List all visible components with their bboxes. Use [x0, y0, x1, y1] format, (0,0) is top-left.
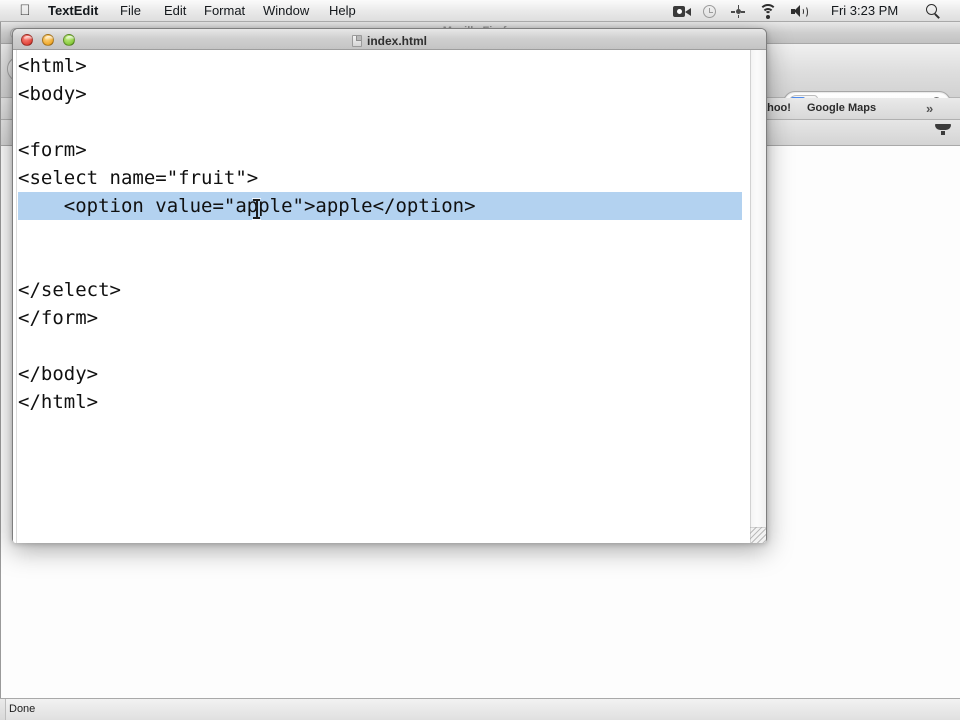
wifi-icon[interactable]: [758, 4, 778, 19]
download-icon[interactable]: [935, 124, 951, 138]
textedit-text-content[interactable]: <html> <body> <form> <select name="fruit">…: [18, 52, 742, 543]
bookmarks-overflow-icon[interactable]: »: [926, 101, 933, 116]
apple-menu-icon[interactable]: : [18, 3, 32, 19]
textedit-window[interactable]: index.html <html> <body> <form> <select na…: [12, 28, 767, 543]
clock-icon[interactable]: [703, 5, 716, 18]
text-line[interactable]: [18, 332, 742, 360]
browser-status-bar: Done: [0, 698, 960, 720]
status-bar-grip[interactable]: [0, 699, 6, 720]
text-line[interactable]: <select name="fruit">: [18, 164, 742, 192]
bookmark-google-maps[interactable]: Google Maps: [807, 102, 876, 114]
menu-edit[interactable]: Edit: [164, 3, 186, 19]
menu-textedit[interactable]: TextEdit: [48, 3, 98, 19]
menu-window[interactable]: Window: [263, 3, 309, 19]
text-line[interactable]: [18, 220, 742, 248]
text-line[interactable]: <body>: [18, 80, 742, 108]
text-line[interactable]: <html>: [18, 52, 742, 80]
screen-recording-icon[interactable]: [673, 6, 691, 17]
volume-icon[interactable]: [791, 5, 809, 18]
text-line[interactable]: </select>: [18, 276, 742, 304]
textedit-title-text: index.html: [366, 34, 427, 48]
menu-bar:  TextEdit File Edit Format Window Help …: [0, 0, 960, 22]
text-line[interactable]: </html>: [18, 388, 742, 416]
text-line[interactable]: [18, 248, 742, 276]
desktop: Mozilla Firefox Google ahoo! Google Maps…: [0, 0, 960, 720]
bluetooth-icon[interactable]: [731, 5, 745, 18]
status-bar-text: Done: [9, 703, 36, 715]
menu-format[interactable]: Format: [204, 3, 245, 19]
resize-grip[interactable]: [750, 527, 766, 543]
text-line[interactable]: <form>: [18, 136, 742, 164]
text-gutter: [13, 50, 17, 543]
vertical-scrollbar[interactable]: [750, 50, 766, 543]
text-line[interactable]: </form>: [18, 304, 742, 332]
textedit-title: index.html: [13, 32, 766, 48]
text-line[interactable]: </body>: [18, 360, 742, 388]
menu-help[interactable]: Help: [329, 3, 356, 19]
spotlight-search-icon[interactable]: [926, 4, 941, 19]
menu-bar-clock[interactable]: Fri 3:23 PM: [831, 3, 898, 19]
menu-file[interactable]: File: [120, 3, 141, 19]
text-line[interactable]: <option value="apple">apple</option>: [18, 192, 742, 220]
textedit-titlebar[interactable]: index.html: [13, 29, 766, 50]
text-line[interactable]: [18, 108, 742, 136]
document-icon: [351, 35, 362, 47]
textedit-document-area[interactable]: <html> <body> <form> <select name="fruit">…: [13, 50, 766, 543]
